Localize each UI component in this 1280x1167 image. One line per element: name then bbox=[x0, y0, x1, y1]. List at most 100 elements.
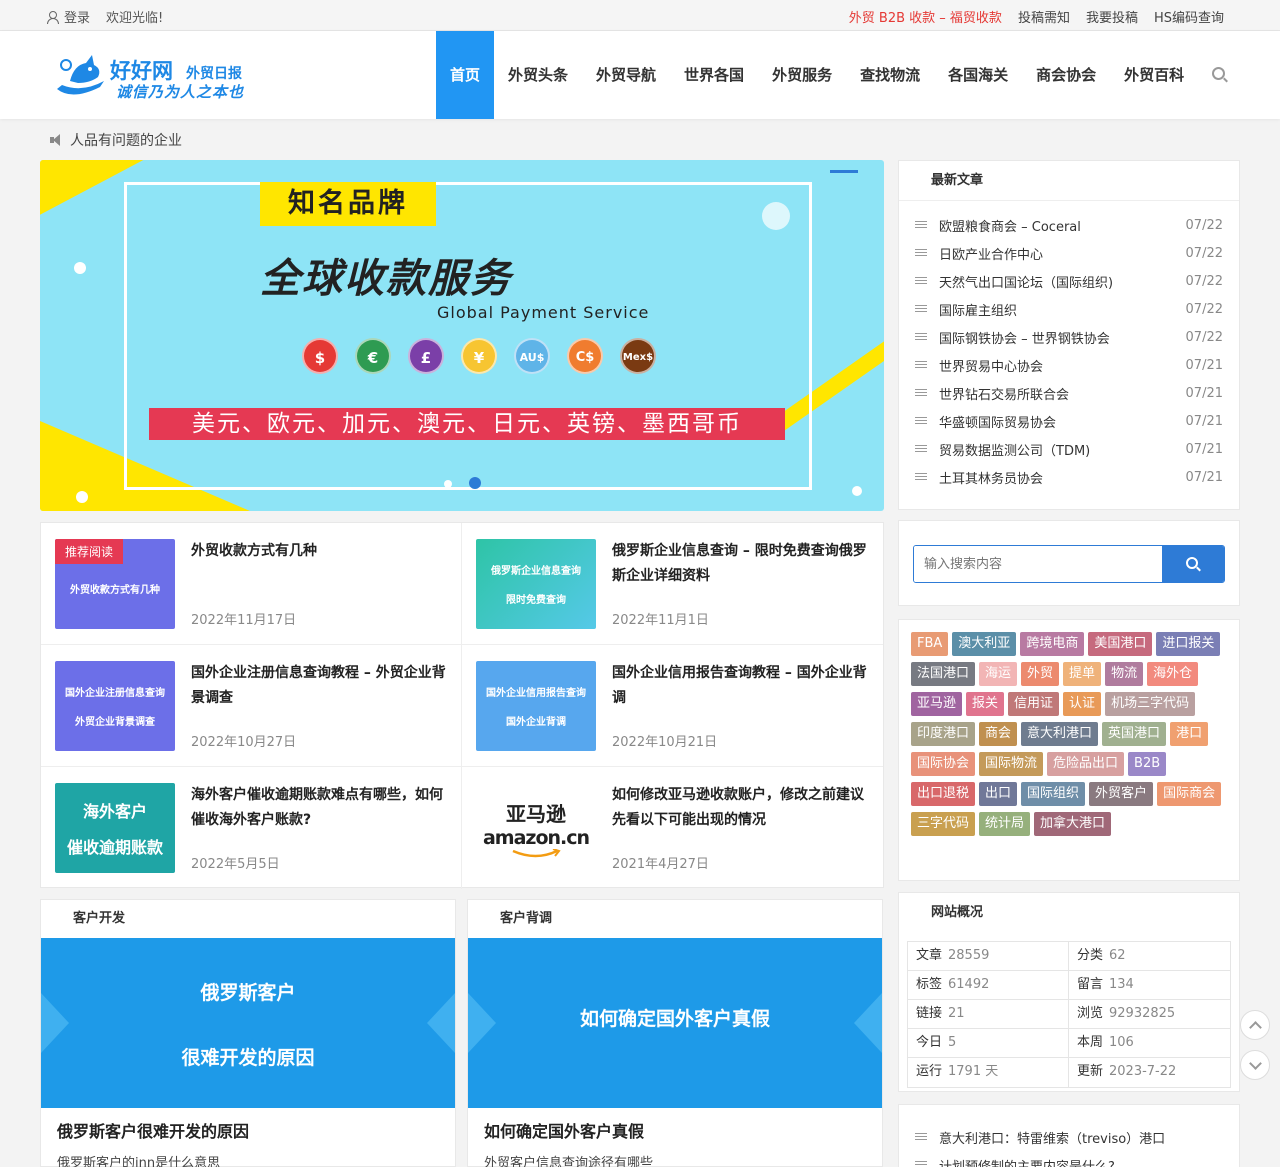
tag-link[interactable]: 外贸客户 bbox=[1089, 782, 1154, 806]
article-item[interactable]: 国外企业注册信息查询 外贸企业背景调查 国外企业注册信息查询教程 – 外贸企业背… bbox=[41, 645, 462, 767]
list-item-title[interactable]: 土耳其林务员协会 bbox=[939, 468, 1186, 487]
article-thumb[interactable]: 俄罗斯企业信息查询 限时免费查询 bbox=[476, 539, 596, 629]
tag-link[interactable]: 出口退税 bbox=[911, 782, 976, 806]
list-item-title[interactable]: 国际钢铁协会 – 世界钢铁协会 bbox=[939, 328, 1186, 347]
list-item[interactable]: 国际钢铁协会 – 世界钢铁协会 07/22 bbox=[915, 323, 1223, 351]
slider-dot-active[interactable] bbox=[469, 477, 481, 489]
nav-countries[interactable]: 世界各国 bbox=[670, 31, 758, 119]
list-item-title[interactable]: 计划预修制的主要内容是什么? bbox=[939, 1156, 1223, 1167]
tag-link[interactable]: 机场三字代码 bbox=[1105, 692, 1196, 716]
nav-headlines[interactable]: 外贸头条 bbox=[494, 31, 582, 119]
card-header[interactable]: 客户背调 bbox=[468, 900, 882, 938]
article-item[interactable]: 海外客户 催收逾期账款 海外客户催收逾期账款难点有哪些，如何催收海外客户账款? … bbox=[41, 767, 462, 889]
tag-link[interactable]: 报关 bbox=[966, 692, 1005, 716]
tag-link[interactable]: 港口 bbox=[1170, 722, 1209, 746]
article-title[interactable]: 国外企业注册信息查询教程 – 外贸企业背景调查 bbox=[191, 661, 449, 711]
list-item[interactable]: 华盛顿国际贸易协会 07/21 bbox=[915, 407, 1223, 435]
list-item[interactable]: 世界钻石交易所联合会 07/21 bbox=[915, 379, 1223, 407]
nav-home[interactable]: 首页 bbox=[436, 31, 495, 119]
article-item[interactable]: 国外企业信用报告查询 国外企业背调 国外企业信用报告查询教程 – 国外企业背调 … bbox=[462, 645, 883, 767]
search-icon[interactable] bbox=[1198, 31, 1238, 119]
nav-customs[interactable]: 各国海关 bbox=[934, 31, 1022, 119]
list-item-title[interactable]: 华盛顿国际贸易协会 bbox=[939, 412, 1186, 431]
submit-article-link[interactable]: 我要投稿 bbox=[1086, 7, 1138, 26]
tag-link[interactable]: 英国港口 bbox=[1102, 722, 1167, 746]
list-item-title[interactable]: 世界贸易中心协会 bbox=[939, 356, 1186, 375]
search-button[interactable] bbox=[1162, 546, 1224, 582]
article-title[interactable]: 外贸收款方式有几种 bbox=[191, 539, 449, 564]
list-item[interactable]: 天然气出口国论坛（国际组织) 07/22 bbox=[915, 267, 1223, 295]
tag-link[interactable]: 海运 bbox=[979, 662, 1018, 686]
slider-dot[interactable] bbox=[444, 480, 452, 488]
tag-link[interactable]: 国际商会 bbox=[1157, 782, 1222, 806]
tag-link[interactable]: 信用证 bbox=[1008, 692, 1060, 716]
tag-link[interactable]: 印度港口 bbox=[911, 722, 976, 746]
hs-code-link[interactable]: HS编码查询 bbox=[1154, 7, 1224, 26]
tag-link[interactable]: 外贸 bbox=[1021, 662, 1060, 686]
tag-link[interactable]: 物流 bbox=[1105, 662, 1144, 686]
list-item[interactable]: 计划预修制的主要内容是什么? bbox=[915, 1151, 1223, 1167]
article-title[interactable]: 海外客户催收逾期账款难点有哪些，如何催收海外客户账款? bbox=[191, 783, 449, 833]
nav-logistics[interactable]: 查找物流 bbox=[846, 31, 934, 119]
card-header[interactable]: 客户开发 bbox=[41, 900, 455, 938]
list-item-title[interactable]: 世界钻石交易所联合会 bbox=[939, 384, 1186, 403]
tag-link[interactable]: 商会 bbox=[979, 722, 1018, 746]
list-item-title[interactable]: 国际雇主组织 bbox=[939, 300, 1186, 319]
search-input[interactable] bbox=[914, 546, 1162, 582]
scroll-bottom-button[interactable] bbox=[1240, 1050, 1270, 1080]
card-image[interactable]: 俄罗斯客户 很难开发的原因 bbox=[41, 938, 455, 1108]
tag-link[interactable]: 提单 bbox=[1063, 662, 1102, 686]
submission-guide-link[interactable]: 投稿需知 bbox=[1018, 7, 1070, 26]
list-item[interactable]: 土耳其林务员协会 07/21 bbox=[915, 463, 1223, 491]
list-item-title[interactable]: 天然气出口国论坛（国际组织) bbox=[939, 272, 1186, 291]
login-link[interactable]: 登录 bbox=[64, 7, 90, 26]
tag-link[interactable]: 亚马逊 bbox=[911, 692, 963, 716]
tag-link[interactable]: 跨境电商 bbox=[1020, 632, 1085, 656]
hero-banner[interactable]: 知名品牌 全球收款服务 Global Payment Service $ € £… bbox=[40, 160, 884, 511]
tag-link[interactable]: 出口 bbox=[979, 782, 1018, 806]
tag-link[interactable]: 进口报关 bbox=[1156, 632, 1221, 656]
article-thumb[interactable]: 推荐阅读 外贸收款方式有几种 bbox=[55, 539, 175, 629]
article-thumb[interactable]: 国外企业注册信息查询 外贸企业背景调查 bbox=[55, 661, 175, 751]
card-desc[interactable]: 俄罗斯客户的inn是什么意思 bbox=[57, 1152, 220, 1167]
card-image[interactable]: 如何确定国外客户真假 bbox=[468, 938, 882, 1108]
article-title[interactable]: 如何修改亚马逊收款账户，修改之前建议先看以下可能出现的情况 bbox=[612, 783, 870, 833]
list-item[interactable]: 贸易数据监测公司（TDM) 07/21 bbox=[915, 435, 1223, 463]
card-title[interactable]: 俄罗斯客户很难开发的原因 bbox=[57, 1118, 249, 1142]
b2b-payment-link[interactable]: 外贸 B2B 收款 – 福贸收款 bbox=[849, 7, 1002, 26]
tag-link[interactable]: 认证 bbox=[1063, 692, 1102, 716]
nav-chambers[interactable]: 商会协会 bbox=[1022, 31, 1110, 119]
notice-text[interactable]: 人品有问题的企业 bbox=[70, 130, 182, 150]
card-title[interactable]: 如何确定国外客户真假 bbox=[484, 1118, 644, 1142]
nav-navigation[interactable]: 外贸导航 bbox=[582, 31, 670, 119]
tag-link[interactable]: 澳大利亚 bbox=[952, 632, 1017, 656]
tag-link[interactable]: 危险品出口 bbox=[1047, 752, 1125, 776]
tag-link[interactable]: B2B bbox=[1128, 752, 1167, 776]
list-item-title[interactable]: 意大利港口：特雷维索（treviso）港口 bbox=[939, 1128, 1223, 1147]
list-item-title[interactable]: 日欧产业合作中心 bbox=[939, 244, 1186, 263]
tag-link[interactable]: 国际协会 bbox=[911, 752, 976, 776]
tag-link[interactable]: 国际物流 bbox=[979, 752, 1044, 776]
article-item[interactable]: 推荐阅读 外贸收款方式有几种 外贸收款方式有几种 2022年11月17日 bbox=[41, 523, 462, 645]
card-desc[interactable]: 外贸客户信息查询途径有哪些 bbox=[484, 1152, 653, 1167]
article-title[interactable]: 国外企业信用报告查询教程 – 国外企业背调 bbox=[612, 661, 870, 711]
list-item-title[interactable]: 贸易数据监测公司（TDM) bbox=[939, 440, 1186, 459]
list-item[interactable]: 意大利港口：特雷维索（treviso）港口 bbox=[915, 1123, 1223, 1151]
nav-services[interactable]: 外贸服务 bbox=[758, 31, 846, 119]
site-logo[interactable]: 好好网 外贸日报 诚信乃为人之本也 bbox=[52, 51, 262, 103]
article-item[interactable]: 亚马逊 amazon.cn 如何修改亚马逊收款账户，修改之前建议先看以下可能出现… bbox=[462, 767, 883, 889]
list-item[interactable]: 世界贸易中心协会 07/21 bbox=[915, 351, 1223, 379]
article-item[interactable]: 俄罗斯企业信息查询 限时免费查询 俄罗斯企业信息查询 – 限时免费查询俄罗斯企业… bbox=[462, 523, 883, 645]
tag-link[interactable]: 海外仓 bbox=[1147, 662, 1199, 686]
tag-link[interactable]: 法国港口 bbox=[911, 662, 976, 686]
article-title[interactable]: 俄罗斯企业信息查询 – 限时免费查询俄罗斯企业详细资料 bbox=[612, 539, 870, 589]
tag-link[interactable]: 美国港口 bbox=[1088, 632, 1153, 656]
list-item-title[interactable]: 欧盟粮食商会 – Coceral bbox=[939, 216, 1186, 235]
scroll-top-button[interactable] bbox=[1240, 1010, 1270, 1040]
tag-link[interactable]: 国际组织 bbox=[1021, 782, 1086, 806]
article-thumb[interactable]: 国外企业信用报告查询 国外企业背调 bbox=[476, 661, 596, 751]
tag-link[interactable]: FBA bbox=[911, 632, 949, 656]
list-item[interactable]: 日欧产业合作中心 07/22 bbox=[915, 239, 1223, 267]
tag-link[interactable]: 统计局 bbox=[979, 812, 1031, 836]
list-item[interactable]: 欧盟粮食商会 – Coceral 07/22 bbox=[915, 211, 1223, 239]
